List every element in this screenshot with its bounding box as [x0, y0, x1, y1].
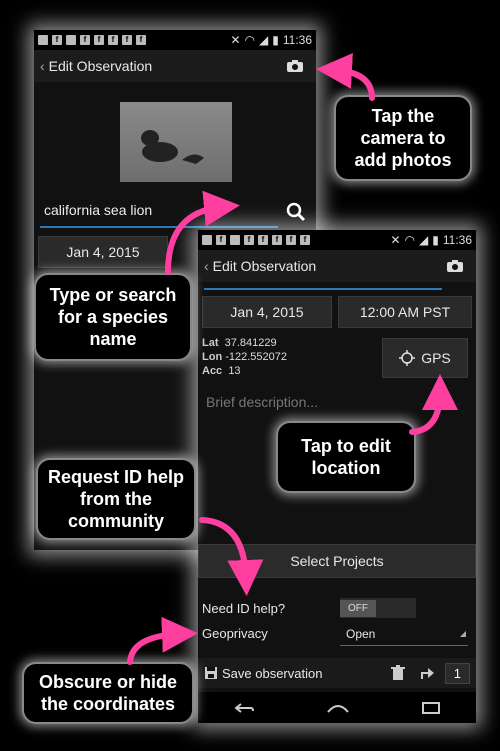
facebook-icon: f: [272, 235, 282, 245]
gps-label: GPS: [421, 350, 451, 366]
arrow-coordinates-path: [127, 616, 198, 665]
callout-species: Type or search for a species name: [34, 273, 192, 361]
acc-label: Acc: [202, 365, 223, 377]
battery-icon: ▮: [432, 233, 439, 247]
select-projects-button[interactable]: Select Projects: [198, 544, 476, 578]
observation-photo[interactable]: [120, 102, 232, 182]
gps-button[interactable]: GPS: [382, 338, 468, 378]
dropdown-corner-icon: ◢: [459, 629, 466, 638]
coordinates-block: Lat 37.841229 Lon -122.552072 Acc 13: [202, 336, 287, 378]
facebook-icon: f: [136, 35, 146, 45]
species-input[interactable]: california sea lion: [40, 200, 278, 228]
person-icon: [66, 35, 76, 45]
action-bar: ‹ Edit Observation: [198, 250, 476, 282]
count-badge[interactable]: 1: [444, 662, 470, 684]
signal-icon: ◢: [259, 33, 269, 47]
callout-camera: Tap the camera to add photos: [334, 95, 472, 181]
date-button[interactable]: Jan 4, 2015: [202, 296, 332, 328]
action-bar: ‹ Edit Observation: [34, 50, 316, 82]
facebook-icon: f: [122, 35, 132, 45]
nav-recents-icon[interactable]: [421, 701, 441, 715]
nav-back-icon[interactable]: [233, 702, 255, 714]
screen-title[interactable]: Edit Observation: [49, 58, 153, 74]
search-icon[interactable]: [286, 202, 306, 222]
status-bar: f f f f f f ✕ ◠ ◢ ▮ 11:36: [34, 30, 316, 50]
time-button[interactable]: 12:00 AM PST: [338, 296, 472, 328]
geoprivacy-value: Open: [346, 627, 376, 641]
callout-location: Tap to edit location: [276, 421, 416, 493]
arrow-camera-path: [316, 52, 375, 101]
description-field[interactable]: Brief description...: [206, 394, 318, 410]
lon-label: Lon: [202, 351, 223, 363]
id-help-toggle-state: OFF: [340, 599, 376, 617]
species-input-underline: [204, 288, 442, 290]
camera-icon[interactable]: [286, 59, 304, 73]
lat-label: Lat: [202, 337, 219, 349]
facebook-icon: f: [216, 235, 226, 245]
callout-coordinates: Obscure or hide the coordinates: [22, 662, 194, 724]
battery-icon: ▮: [272, 33, 279, 47]
nav-home-icon[interactable]: [326, 703, 350, 713]
mute-icon: ✕: [390, 233, 401, 247]
facebook-icon: f: [244, 235, 254, 245]
crosshair-icon: [399, 350, 416, 366]
notification-icon: [202, 235, 212, 245]
acc-value: 13: [228, 365, 241, 377]
facebook-icon: f: [300, 235, 310, 245]
callout-id-help: Request ID help from the community: [36, 458, 196, 540]
status-time: 11:36: [282, 33, 312, 47]
status-bar: f f f f f f ✕ ◠ ◢ ▮ 11:36: [198, 230, 476, 250]
geoprivacy-label: Geoprivacy: [202, 626, 268, 641]
geoprivacy-select[interactable]: Open ◢: [340, 624, 468, 646]
notification-icon: [38, 35, 48, 45]
facebook-icon: f: [258, 235, 268, 245]
facebook-icon: f: [52, 35, 62, 45]
camera-icon[interactable]: [446, 259, 464, 273]
facebook-icon: f: [94, 35, 104, 45]
nav-bar: [198, 692, 476, 723]
status-time: 11:36: [442, 233, 472, 247]
mute-icon: ✕: [230, 33, 241, 47]
person-icon: [230, 235, 240, 245]
back-chevron-icon[interactable]: ‹: [204, 258, 209, 274]
wifi-icon: ◠: [404, 233, 416, 247]
wifi-icon: ◠: [244, 33, 256, 47]
share-icon[interactable]: [419, 666, 435, 680]
back-chevron-icon[interactable]: ‹: [40, 58, 45, 74]
save-observation-button[interactable]: Save observation: [222, 666, 322, 681]
date-button[interactable]: Jan 4, 2015: [38, 236, 168, 268]
screen-title[interactable]: Edit Observation: [213, 258, 317, 274]
bottom-action-bar: Save observation 1: [198, 658, 476, 688]
facebook-icon: f: [80, 35, 90, 45]
signal-icon: ◢: [419, 233, 429, 247]
lon-value: -122.552072: [225, 351, 288, 363]
lat-value: 37.841229: [224, 337, 277, 349]
trash-icon[interactable]: [390, 665, 405, 681]
facebook-icon: f: [108, 35, 118, 45]
id-help-label: Need ID help?: [202, 601, 286, 616]
save-icon: [204, 666, 218, 680]
id-help-toggle[interactable]: OFF: [340, 598, 416, 618]
facebook-icon: f: [286, 235, 296, 245]
